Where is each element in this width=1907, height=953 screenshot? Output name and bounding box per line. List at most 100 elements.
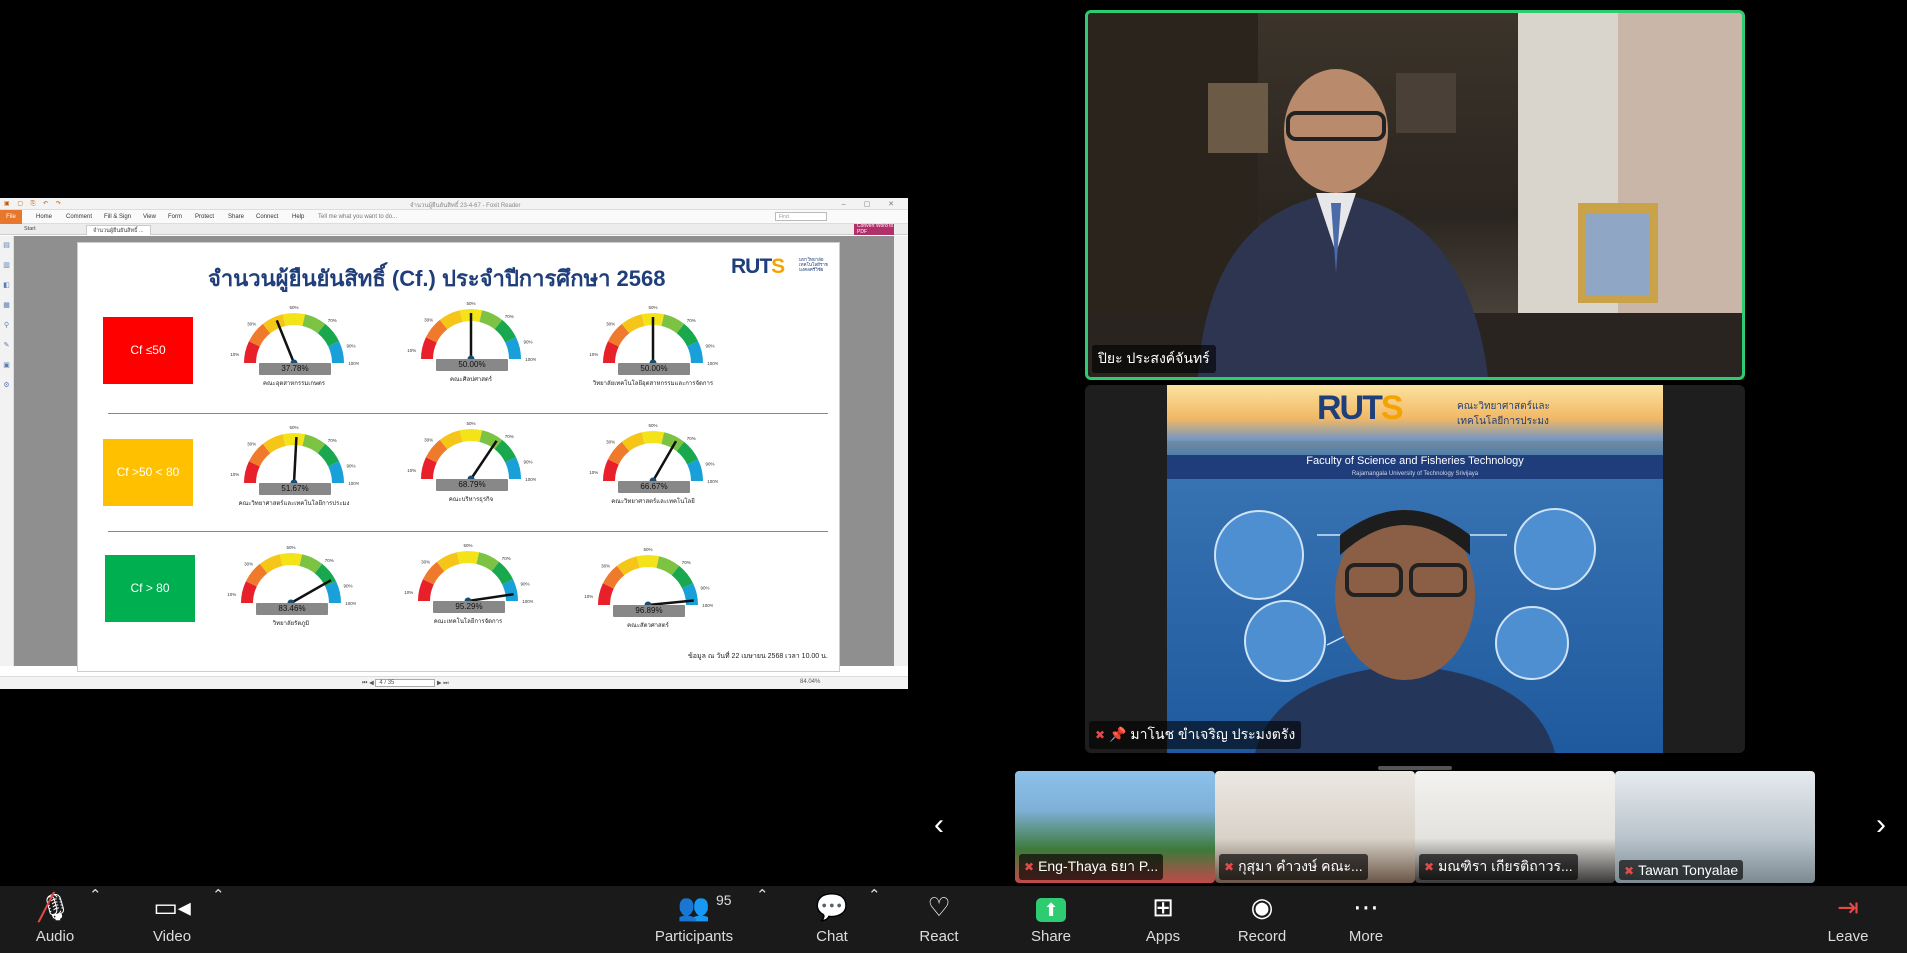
- video-label: Video: [152, 928, 192, 945]
- leave-label: Leave: [1827, 928, 1869, 945]
- gallery-next-arrow[interactable]: ›: [1876, 808, 1886, 842]
- menu-home[interactable]: Home: [36, 214, 52, 220]
- gauge-tick-label: 90%: [347, 464, 356, 469]
- share-arrow-icon: ⬆: [1036, 898, 1066, 922]
- gauge-tick-label: 30%: [247, 321, 256, 326]
- tell-me-box[interactable]: Tell me what you want to do...: [318, 214, 397, 220]
- gauge-value: 50.00%: [618, 363, 690, 375]
- gauge-tick-label: 10%: [404, 590, 413, 595]
- record-button[interactable]: ◉ Record: [1236, 886, 1288, 953]
- video-options-caret[interactable]: ⌃: [212, 886, 225, 953]
- pages-icon[interactable]: ▥: [0, 256, 13, 276]
- gauge-tick-label: 30%: [247, 441, 256, 446]
- gauge-dial: 10% 30% 50% 70% 90% 100%: [227, 545, 356, 607]
- participant-thumb[interactable]: ✖ Tawan Tonyalae: [1615, 771, 1815, 883]
- document-tabs: Start จำนวนผู้ยืนยันสิทธิ์ ... Convert W…: [0, 223, 908, 235]
- zoom-level[interactable]: 84.04%: [800, 679, 820, 685]
- gauge-tick-label: 30%: [601, 563, 610, 568]
- chat-button[interactable]: 💬 Chat: [810, 886, 854, 953]
- gauge-tick-label: 50%: [466, 301, 475, 306]
- share-label: Share: [1030, 928, 1072, 945]
- tab-document[interactable]: จำนวนผู้ยืนยันสิทธิ์ ...: [86, 225, 151, 235]
- gauge-tick-label: 30%: [606, 439, 615, 444]
- gauge-dial: 10% 30% 50% 70% 90% 100%: [404, 543, 533, 605]
- window-controls[interactable]: – ▢ ✕: [842, 200, 902, 208]
- signature-icon[interactable]: ✎: [0, 336, 13, 356]
- participant-thumb[interactable]: ✖ Eng-Thaya ธยา P...: [1015, 771, 1215, 883]
- gauge-tick-label: 100%: [348, 481, 359, 486]
- participants-button[interactable]: 👥 95 Participants: [652, 886, 736, 953]
- more-label: More: [1348, 928, 1384, 945]
- gauge-value: 66.67%: [618, 481, 690, 493]
- gauge-dial: 10% 30% 50% 70% 90% 100%: [589, 423, 718, 485]
- share-button[interactable]: ⬆ Share: [1029, 886, 1073, 953]
- menu-help[interactable]: Help: [292, 214, 304, 220]
- react-label: React: [919, 928, 959, 945]
- bookmark-icon[interactable]: ▤: [0, 236, 13, 256]
- tab-start[interactable]: Start: [18, 225, 42, 235]
- menu-connect[interactable]: Connect: [256, 214, 278, 220]
- gauge-tick-label: 70%: [505, 314, 514, 319]
- gauge-tick-label: 30%: [424, 437, 433, 442]
- tools-icon[interactable]: ⚙: [0, 376, 13, 396]
- menu-share[interactable]: Share: [228, 214, 244, 220]
- gauge-5: 10% 30% 50% 70% 90% 100% 68.79% คณะบริหารธุรกิจ: [406, 417, 536, 517]
- apps-button[interactable]: ⊞ Apps: [1141, 886, 1185, 953]
- audio-button[interactable]: 🎙 ╱ Audio: [30, 886, 80, 953]
- gauge-tick-label: 90%: [347, 344, 356, 349]
- gauge-label: คณะศิลปศาสตร์: [449, 377, 493, 383]
- category-low: Cf ≤50: [103, 317, 193, 384]
- gauge-tick-label: 50%: [466, 421, 475, 426]
- menu-fill-sign[interactable]: Fill & Sign: [104, 214, 131, 220]
- lock-icon[interactable]: ▣: [0, 356, 13, 376]
- file-menu[interactable]: File: [0, 210, 22, 224]
- convert-button[interactable]: Convert Word to PDF: [854, 223, 894, 235]
- gauge-dial: 10% 30% 50% 70% 90% 100%: [589, 305, 718, 367]
- menu-comment[interactable]: Comment: [66, 214, 92, 220]
- ruts-logo: RUTS มหาวิทยาลัยเทคโนโลยีราชมงคลศรีวิชัย: [731, 255, 828, 278]
- thumb-name-text: Tawan Tonyalae: [1638, 862, 1739, 878]
- gauge-7: 10% 30% 50% 70% 90% 100% 83.46% วิทยาลัยรัตภูมิ: [226, 541, 356, 641]
- page-indicator[interactable]: 4 / 35: [375, 679, 436, 687]
- gallery-prev-arrow[interactable]: ‹: [934, 808, 944, 842]
- gauge-tick-label: 30%: [606, 321, 615, 326]
- find-input[interactable]: Find: [775, 212, 827, 221]
- gauge-tick-label: 90%: [524, 460, 533, 465]
- react-button[interactable]: ♡ React: [917, 886, 961, 953]
- muted-mic-icon: ✖: [1624, 864, 1635, 878]
- participants-options-caret[interactable]: ⌃: [756, 886, 769, 953]
- attachment-icon[interactable]: ⚲: [0, 316, 13, 336]
- more-button[interactable]: ⋯ More: [1344, 886, 1388, 953]
- gauge-segment: [641, 431, 665, 444]
- participant-video[interactable]: RUTS คณะวิทยาศาสตร์และเทคโนโลยีการประมง …: [1085, 385, 1745, 753]
- menu-form[interactable]: Form: [168, 214, 182, 220]
- participant-thumb[interactable]: ✖ กุสุมา คำวงษ์ คณะ...: [1215, 771, 1415, 883]
- gauge-tick-label: 10%: [230, 352, 239, 357]
- gauge-tick-label: 70%: [325, 558, 334, 563]
- video-camera-icon: ▭◂: [153, 892, 191, 922]
- active-speaker-video[interactable]: ปิยะ ประสงค์จันทร์: [1085, 10, 1745, 380]
- vertical-scrollbar[interactable]: [894, 236, 908, 666]
- participant-thumb[interactable]: ✖ มณฑิรา เกียรติถาวร...: [1415, 771, 1615, 883]
- gauge-segment: [636, 555, 660, 568]
- gauge-dial: 10% 30% 50% 70% 90% 100%: [407, 301, 536, 363]
- thumb-name: ✖ Tawan Tonyalae: [1619, 860, 1744, 880]
- muted-mic-icon: ✖: [1095, 728, 1106, 742]
- video-button[interactable]: ▭◂ Video: [146, 886, 198, 953]
- menu-protect[interactable]: Protect: [195, 214, 214, 220]
- comments-icon[interactable]: ▦: [0, 296, 13, 316]
- gauge-label: คณะเทคโนโลยีการจัดการ: [433, 619, 503, 625]
- gauge-segment: [279, 553, 303, 566]
- thumb-name: ✖ มณฑิรา เกียรติถาวร...: [1419, 854, 1578, 880]
- chat-options-caret[interactable]: ⌃: [868, 886, 881, 953]
- quick-access-icons[interactable]: ▣ ▢ ⎘ ↶ ↷: [4, 200, 64, 208]
- audio-options-caret[interactable]: ⌃: [89, 886, 102, 953]
- page-navigator[interactable]: ⏮ ◀ 4 / 35 ▶ ⏭: [362, 679, 449, 688]
- gauge-tick-label: 100%: [707, 479, 718, 484]
- muted-mic-icon: ✖: [1024, 860, 1035, 874]
- layers-icon[interactable]: ◧: [0, 276, 13, 296]
- gauge-6: 10% 30% 50% 70% 90% 100% 66.67% คณะวิทยาศาสตร์แ…: [588, 419, 718, 519]
- leave-button[interactable]: ⇥ Leave: [1826, 886, 1870, 953]
- gallery-resize-handle[interactable]: [1378, 766, 1452, 770]
- menu-view[interactable]: View: [143, 214, 156, 220]
